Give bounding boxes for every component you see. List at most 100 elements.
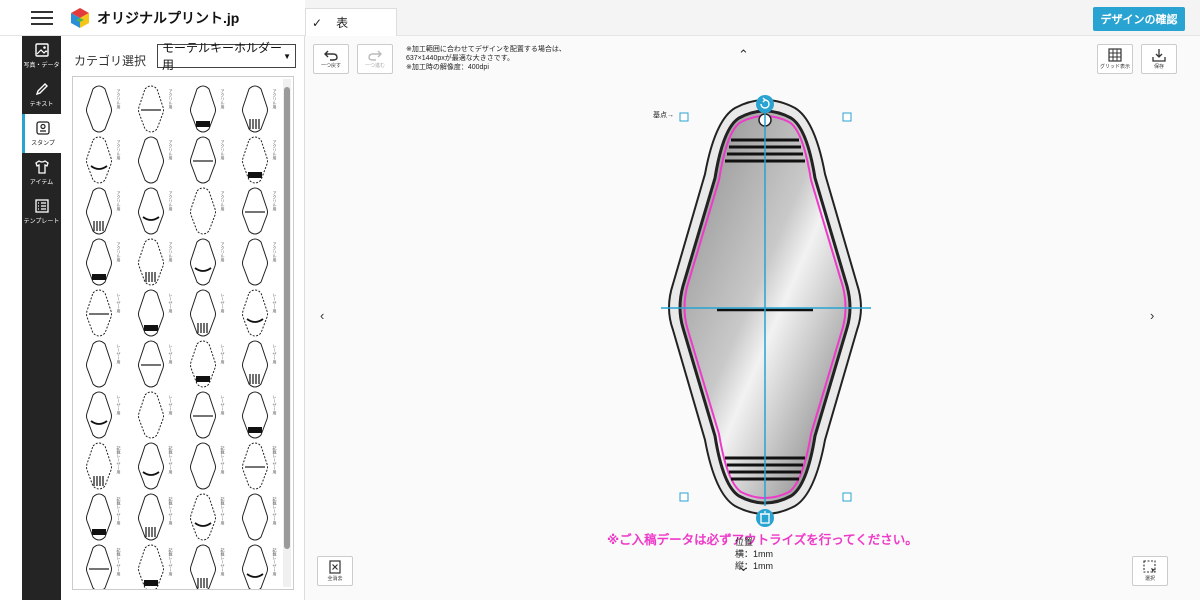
select-button[interactable]: 選択 [1132,556,1168,586]
nav-item-stamp[interactable]: スタンプ [22,114,61,153]
tab-label: 表 [336,16,349,30]
note-line: 637×1440pxが最適な大きさです。 [406,55,515,62]
redo-icon [368,50,382,61]
stamp-cell[interactable]: レーザー用 [85,285,135,340]
stamp-cell[interactable]: 記載レーザー用 [85,438,135,493]
list-icon [34,199,49,213]
stamp-cell[interactable]: 記載レーザー用 [137,540,187,589]
stamp-cell[interactable]: レーザー用 [189,285,239,340]
chevron-right-icon[interactable]: › [1150,308,1154,323]
stamp-cell[interactable]: 記載レーザー用 [189,540,239,589]
stamp-cell[interactable]: アクリル用 [189,183,239,238]
stamp-cell-label: アクリル用 [273,140,278,161]
stamp-cell[interactable]: アクリル用 [189,132,239,187]
stamp-keytag-icon: アクリル用 [86,238,122,286]
redo-button[interactable]: 一つ進む [357,44,393,74]
stamp-cell-label: 記載レーザー用 [117,496,122,526]
nav-item-item[interactable]: アイテム [22,153,61,192]
stamp-cell-label: 記載レーザー用 [273,496,278,526]
grid-label: グリッド表示 [1099,64,1130,70]
stamp-cell[interactable]: アクリル用 [137,183,187,238]
stamp-cell[interactable]: アクリル用 [85,132,135,187]
stamp-keytag-icon: レーザー用 [86,289,122,337]
stamp-cell-label: アクリル用 [169,140,174,161]
stamp-cell[interactable]: アクリル用 [85,234,135,289]
stamp-cell[interactable]: 記載レーザー用 [85,489,135,544]
warning-text-tail: イズを行ってください。 [781,533,918,547]
stamp-cell[interactable]: アクリル用 [137,132,187,187]
stamp-cell-label: 記載レーザー用 [221,496,226,526]
delete-handle[interactable] [756,509,774,527]
stamp-cell[interactable]: アクリル用 [85,183,135,238]
stamp-cell[interactable]: レーザー用 [85,336,135,391]
logo[interactable]: オリジナルプリント.jp [69,7,239,29]
clear-all-button[interactable]: 全消去 [317,556,353,586]
scroll-thumb[interactable] [284,87,290,549]
resize-handle-tl[interactable] [679,112,689,122]
menu-icon[interactable] [31,10,53,25]
stamp-keytag-icon: レーザー用 [138,391,174,439]
stamp-cell-label: アクリル用 [273,242,278,263]
stamp-cell-label: レーザー用 [221,293,226,314]
note-line: ※加工範囲に合わせてデザインを配置する場合は、 [406,46,566,53]
shirt-icon [34,160,49,174]
stamp-keytag-icon: レーザー用 [190,289,226,337]
stamp-cell[interactable]: 記載レーザー用 [85,540,135,589]
stamp-cell[interactable]: 記載レーザー用 [189,438,239,493]
stamp-cell[interactable]: 記載レーザー用 [137,438,187,493]
stamp-cell[interactable]: レーザー用 [189,387,239,442]
design-note: ※加工範囲に合わせてデザインを配置する場合は、 637×1440pxが最適な大き… [406,45,566,72]
stamp-keytag-icon: 記載レーザー用 [190,442,226,490]
editor-root: オリジナルプリント.jp 写真・データ テキスト スタンプ アイテム テンプレー… [0,0,1200,600]
chevron-up-icon[interactable]: ⌃ [738,47,749,63]
stamp-cell[interactable]: アクリル用 [137,234,187,289]
stamp-cell[interactable]: レーザー用 [85,387,135,442]
stamp-cell-label: 記載レーザー用 [169,445,174,475]
stamp-keytag-icon: アクリル用 [138,187,174,235]
stamp-keytag-icon: アクリル用 [138,238,174,286]
stamp-keytag-icon: レーザー用 [86,340,122,388]
stamp-cell-label: アクリル用 [117,140,122,161]
stamp-cell[interactable]: 記載レーザー用 [189,489,239,544]
stamp-keytag-icon: 記載レーザー用 [86,493,122,541]
stamp-cell[interactable]: レーザー用 [137,285,187,340]
design-confirm-button[interactable]: デザインの確認 [1093,7,1185,31]
stamp-grid-scrollbar[interactable] [283,79,291,587]
stamp-cell-label: レーザー用 [273,344,278,365]
keytag-preview[interactable] [645,94,885,534]
stamp-cell[interactable]: レーザー用 [137,387,187,442]
chevron-down-icon[interactable]: ⌄ [738,559,749,575]
note-line: ※加工時の解像度：400dpi [406,64,489,71]
resize-handle-bl[interactable] [679,492,689,502]
nav-item-text[interactable]: テキスト [22,75,61,114]
resize-handle-tr[interactable] [842,112,852,122]
grid-toggle-button[interactable]: グリッド表示 [1097,44,1133,74]
nav-label: テンプレート [23,219,60,225]
chevron-left-icon[interactable]: ‹ [320,308,324,323]
stamp-cell[interactable]: アクリル用 [137,81,187,136]
stamp-cell[interactable]: レーザー用 [137,336,187,391]
stamp-cell-label: アクリル用 [273,191,278,212]
tab-front[interactable]: ✓ 表 [305,8,397,36]
stamp-cell[interactable]: 記載レーザー用 [137,489,187,544]
stamp-keytag-icon: アクリル用 [138,85,174,133]
rotate-handle[interactable] [756,95,774,113]
nav-item-template[interactable]: テンプレート [22,192,61,231]
stamp-cell[interactable]: レーザー用 [189,336,239,391]
stamp-cell[interactable]: アクリル用 [189,234,239,289]
resize-handle-br[interactable] [842,492,852,502]
stamp-cell-label: レーザー用 [273,293,278,314]
stamp-keytag-icon: レーザー用 [138,289,174,337]
stamp-cell[interactable]: アクリル用 [189,81,239,136]
save-button[interactable]: 保存 [1141,44,1177,74]
pen-icon [35,83,48,96]
stamp-cell-label: アクリル用 [117,191,122,212]
grid-icon [1108,48,1122,62]
undo-button[interactable]: 一つ戻す [313,44,349,74]
category-select[interactable]: モーテルキーホルダー用 ▼ [157,41,296,72]
stamp-cell[interactable]: アクリル用 [85,81,135,136]
nav-label: テキスト [29,102,54,108]
stamp-keytag-icon: アクリル用 [190,238,226,286]
nav-item-photo[interactable]: 写真・データ [22,36,61,75]
photo-icon [34,43,49,57]
